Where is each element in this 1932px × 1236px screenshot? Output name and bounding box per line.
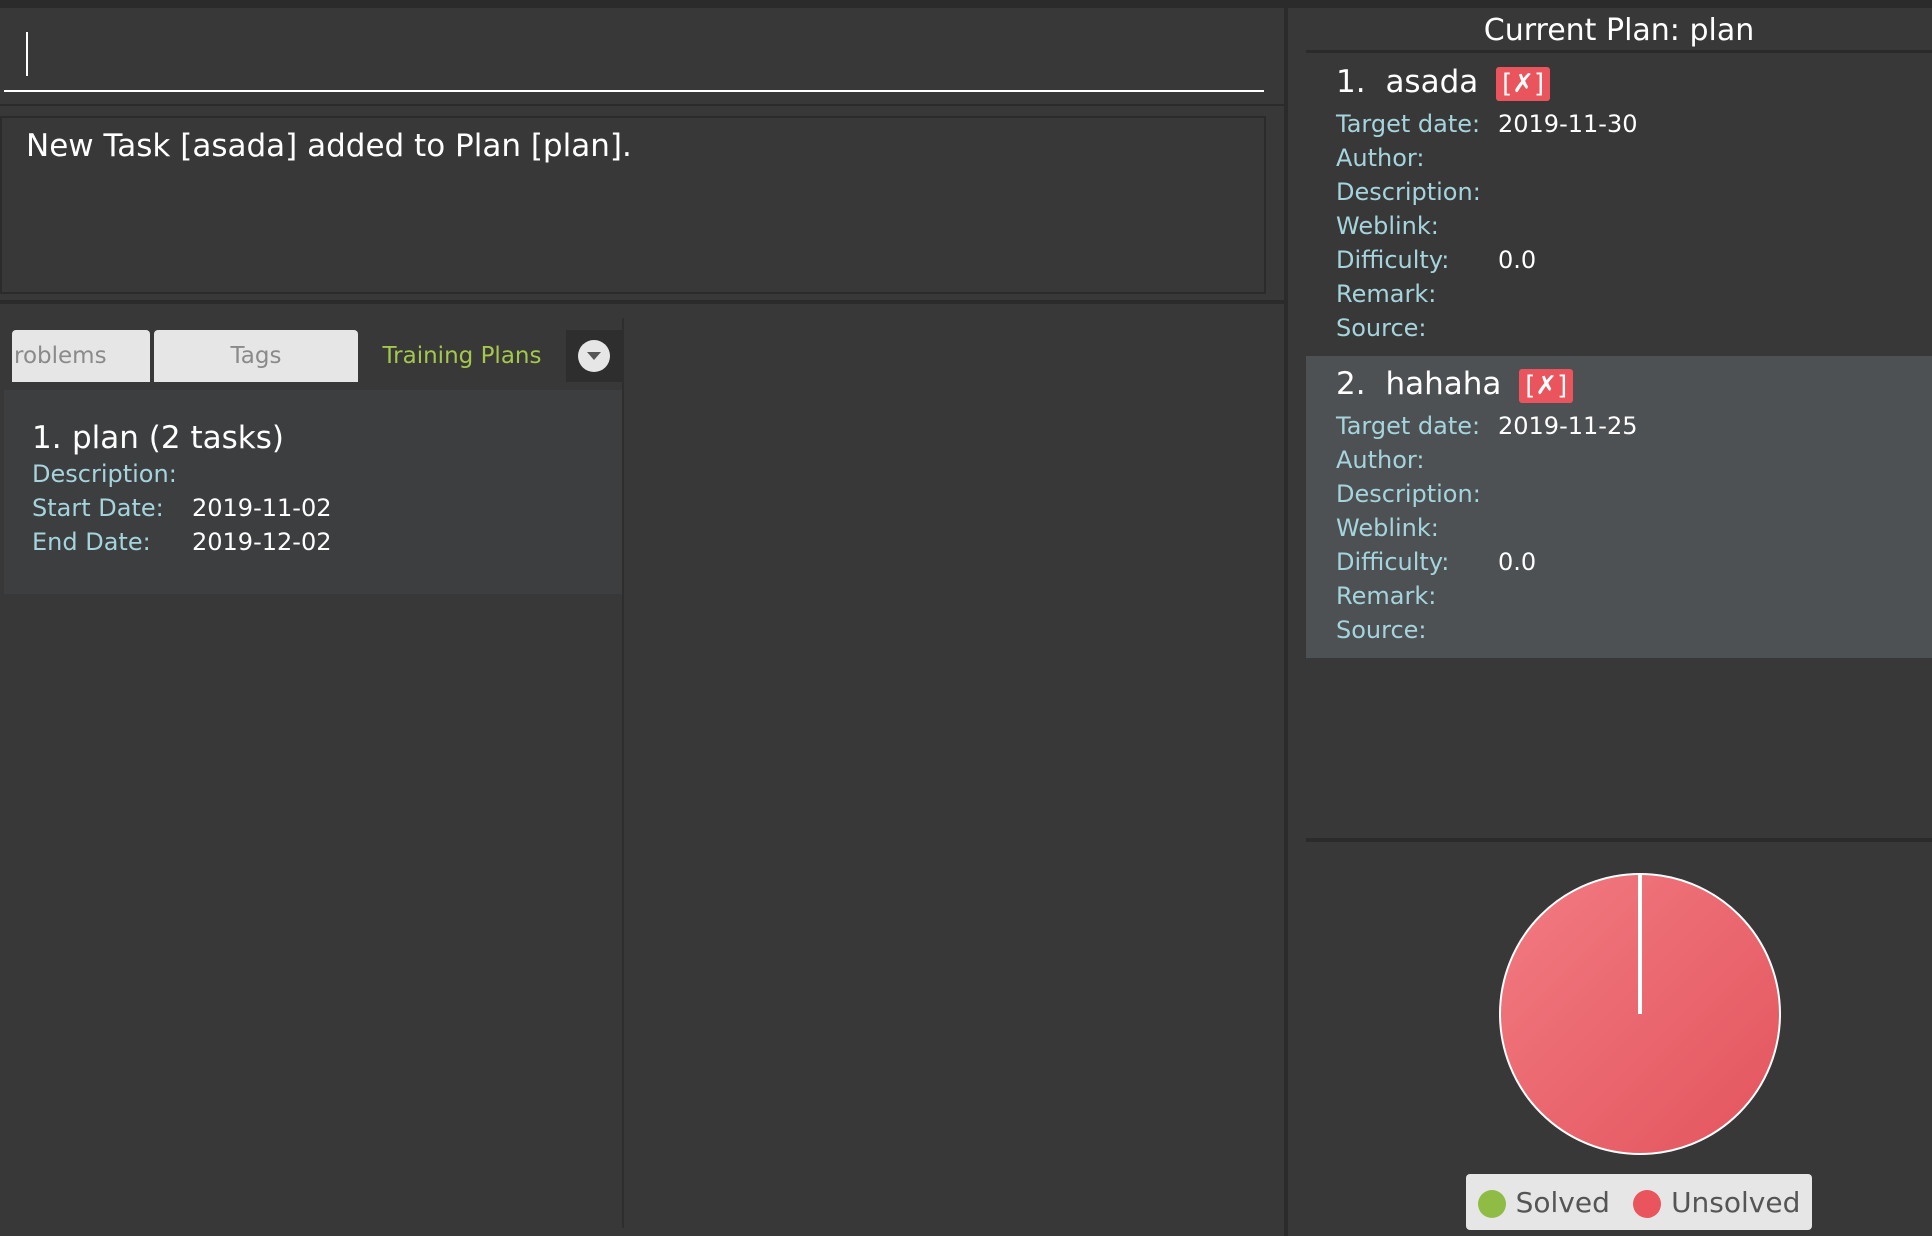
difficulty-label: Difficulty:: [1336, 548, 1450, 576]
plan-start-date: 2019-11-02: [192, 494, 332, 522]
command-input-underline: [4, 90, 1264, 92]
tab-label: Tags: [230, 343, 282, 369]
window-top-border: [0, 0, 1932, 8]
target-date: 2019-11-25: [1498, 412, 1638, 440]
difficulty-value: 0.0: [1498, 246, 1537, 274]
tab-label: roblems: [14, 343, 107, 369]
list-item[interactable]: 1. plan (2 tasks) Description: Start Dat…: [4, 390, 622, 594]
plan-end-label: End Date:: [32, 528, 151, 556]
target-date-label: Target date:: [1336, 110, 1481, 138]
task-card[interactable]: 1. asada [✗] Target date: 2019-11-30 Aut…: [1306, 54, 1932, 354]
divider: [1306, 838, 1932, 842]
author-label: Author:: [1336, 446, 1425, 474]
description-label: Description:: [1336, 178, 1481, 206]
remark-label: Remark:: [1336, 280, 1437, 308]
divider: [0, 300, 1286, 304]
task-card[interactable]: 2. hahaha [✗] Target date: 2019-11-25 Au…: [1306, 356, 1932, 658]
difficulty-value: 0.0: [1498, 548, 1537, 576]
target-date: 2019-11-30: [1498, 110, 1638, 138]
legend-dot-unsolved: [1633, 1189, 1662, 1218]
weblink-label: Weblink:: [1336, 212, 1439, 240]
weblink-label: Weblink:: [1336, 514, 1439, 542]
remark-label: Remark:: [1336, 582, 1437, 610]
unsolved-badge: [✗]: [1496, 66, 1551, 101]
unsolved-badge: [✗]: [1519, 368, 1574, 403]
chart-legend: Solved Unsolved: [1466, 1174, 1812, 1230]
source-label: Source:: [1336, 314, 1427, 342]
task-index: 2.: [1336, 366, 1366, 402]
task-heading: 2. hahaha [✗]: [1336, 366, 1574, 403]
plan-end-date: 2019-12-02: [192, 528, 332, 556]
difficulty-label: Difficulty:: [1336, 246, 1450, 274]
current-plan-title: Current Plan: plan: [1483, 12, 1755, 48]
legend-item-solved: Solved: [1477, 1185, 1610, 1219]
result-message: New Task [asada] added to Plan [plan].: [26, 128, 632, 164]
plan-description-label: Description:: [32, 460, 177, 488]
source-label: Source:: [1336, 616, 1427, 644]
description-label: Description:: [1336, 480, 1481, 508]
current-plan-header: Current Plan: plan: [1306, 10, 1932, 53]
tab-training-plans[interactable]: Training Plans: [358, 330, 566, 382]
divider: [622, 318, 624, 1228]
task-index: 1.: [1336, 64, 1366, 100]
legend-label-solved: Solved: [1515, 1185, 1610, 1219]
legend-label-unsolved: Unsolved: [1671, 1185, 1801, 1219]
plan-start-label: Start Date:: [32, 494, 164, 522]
tab-problems[interactable]: roblems: [12, 330, 150, 382]
task-heading: 1. asada [✗]: [1336, 64, 1551, 101]
legend-item-unsolved: Unsolved: [1633, 1186, 1800, 1219]
plan-index: 1.: [32, 420, 62, 456]
legend-dot-solved: [1477, 1189, 1506, 1218]
split-pane-divider[interactable]: [1284, 8, 1288, 1236]
task-name: hahaha: [1385, 366, 1502, 402]
tab-label: Training Plans: [382, 343, 542, 369]
chevron-down-icon: [578, 340, 610, 372]
plan-title: plan (2 tasks): [72, 420, 284, 456]
tab-overflow-menu-button[interactable]: [566, 330, 622, 382]
command-input-caret: [26, 32, 28, 76]
target-date-label: Target date:: [1336, 412, 1481, 440]
tab-tags[interactable]: Tags: [154, 330, 358, 382]
progress-pie-chart: [1499, 873, 1781, 1155]
author-label: Author:: [1336, 144, 1425, 172]
task-name: asada: [1385, 64, 1479, 100]
